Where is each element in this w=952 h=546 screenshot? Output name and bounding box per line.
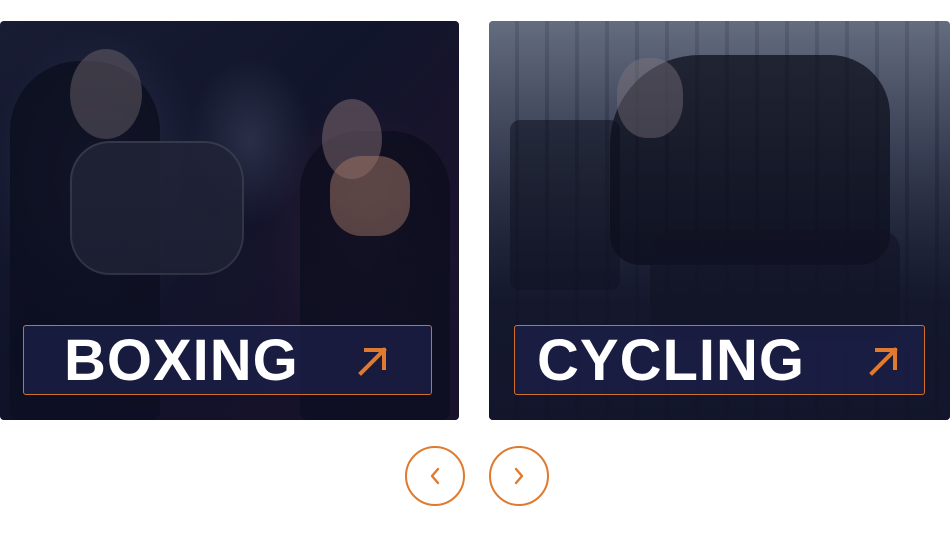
card-label: BOXING (64, 328, 299, 393)
chevron-left-icon (430, 467, 440, 485)
next-button[interactable] (489, 446, 549, 506)
chevron-right-icon (514, 467, 524, 485)
card-cycling[interactable]: CYCLING (489, 21, 950, 420)
card-label-box[interactable]: CYCLING (514, 325, 925, 395)
card-boxing[interactable]: BOXING (0, 21, 459, 420)
card-label-box[interactable]: BOXING (23, 325, 432, 395)
arrow-up-right-icon (358, 347, 387, 376)
class-carousel: BOXING CYCLING (0, 0, 952, 546)
prev-button[interactable] (405, 446, 465, 506)
arrow-up-right-icon (869, 347, 898, 376)
card-label: CYCLING (537, 328, 805, 393)
